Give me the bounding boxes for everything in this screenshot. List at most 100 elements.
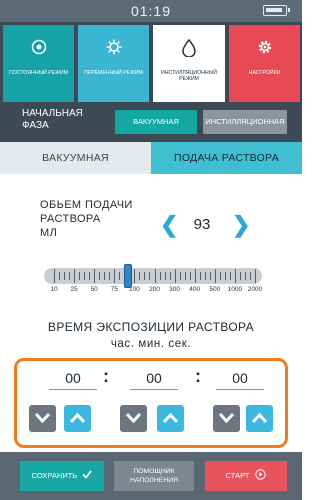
slider-tick [244, 272, 246, 280]
minutes-decrease-button[interactable] [120, 405, 147, 432]
chevron-up-icon [162, 412, 179, 424]
mode-tile-variable[interactable]: ПЕРЕМЕННЫЙ РЕЖИМ [78, 25, 149, 102]
chevron-up-icon [251, 412, 268, 424]
slider-tick [174, 269, 176, 283]
slider-tick [149, 272, 151, 280]
phase-instillation-button[interactable]: ИНСТИЛЛЯЦИОННАЯ [203, 110, 287, 134]
mode-tile-instillation[interactable]: ИНСТИЛЛЯЦИОННЫЙ РЕЖИМ [153, 25, 225, 102]
slider-tick [74, 269, 76, 283]
volume-label: ОБЬЕМ ПОДАЧИ РАСТВОРА МЛ [40, 198, 133, 240]
clock: 01:19 [130, 3, 172, 19]
chevron-down-icon [34, 412, 51, 424]
exposure-time-title: ВРЕМЯ ЭКСПОЗИЦИИ РАСТВОРА [47, 320, 255, 334]
chevron-down-icon [125, 412, 142, 424]
slider-tick [119, 272, 121, 280]
slider-tick [139, 272, 141, 280]
slider-tick [209, 272, 211, 280]
save-label: СОХРАНИТЬ [31, 471, 78, 480]
slider-scale-label: 2000 [247, 286, 263, 293]
chevron-down-icon [218, 412, 235, 424]
slider-tick [114, 269, 116, 283]
tab-solution-delivery[interactable]: ПОДАЧА РАСТВОРА [151, 142, 302, 174]
seconds-underline [216, 389, 264, 390]
slider-tick [199, 272, 201, 280]
hours-value: 00 [65, 370, 81, 386]
slider-tick [194, 269, 196, 283]
target-icon [31, 39, 46, 55]
droplet-icon [182, 39, 196, 57]
slider-tick [229, 272, 231, 280]
slider-tick [109, 272, 111, 280]
hours-increase-button[interactable] [64, 405, 91, 432]
slider-tick [179, 272, 181, 280]
volume-slider-handle[interactable] [124, 264, 132, 288]
slider-tick [94, 269, 96, 283]
mode-tile-settings[interactable]: НАСТРОЙКИ [229, 25, 300, 102]
filling-assistant-label-line2: НАПОЛНЕНИЯ [129, 477, 179, 484]
volume-label-line1: ОБЬЕМ ПОДАЧИ [40, 199, 133, 211]
slider-tick [104, 272, 106, 280]
battery-icon [263, 5, 290, 16]
slider-tick [89, 272, 91, 280]
checkmark-icon [82, 470, 93, 479]
slider-tick [84, 272, 86, 280]
filling-assistant-label-line1: ПОМОЩНИК [133, 468, 175, 475]
mode-tile-label: ПОСТОЯННЫЙ РЕЖИМ [9, 70, 68, 76]
slider-tick [164, 272, 166, 280]
slider-tick [154, 269, 156, 283]
seconds-value: 00 [232, 370, 248, 386]
volume-decrease-arrow-icon[interactable]: ❮ [160, 214, 178, 236]
initial-phase-title: НАЧАЛЬНАЯ ФАЗА [22, 108, 83, 132]
gear-icon [258, 40, 271, 54]
slider-tick [234, 269, 236, 283]
minutes-increase-button[interactable] [157, 405, 184, 432]
time-separator: : [103, 366, 109, 386]
slider-tick [224, 272, 226, 280]
slider-tick [214, 269, 216, 283]
mode-tile-constant[interactable]: ПОСТОЯННЫЙ РЕЖИМ [3, 25, 74, 102]
initial-phase-title-line1: НАЧАЛЬНАЯ [22, 108, 83, 119]
phase-vacuum-button[interactable]: ВАКУУМНАЯ [115, 110, 197, 134]
hours-underline [49, 389, 97, 390]
hours-decrease-button[interactable] [29, 405, 56, 432]
mode-tile-label: НАСТРОЙКИ [248, 70, 281, 76]
volume-increase-arrow-icon[interactable]: ❯ [232, 214, 250, 236]
exposure-time-units: час. мин. сек. [110, 338, 192, 350]
slider-tick [169, 272, 171, 280]
volume-label-line3: МЛ [40, 227, 58, 239]
slider-tick [59, 272, 61, 280]
initial-phase-title-line2: ФАЗА [22, 120, 49, 131]
slider-tick [99, 272, 101, 280]
minutes-underline [130, 389, 178, 390]
volume-value: 93 [193, 216, 211, 233]
sun-gear-icon [106, 39, 121, 55]
slider-tick [134, 269, 136, 283]
slider-tick [184, 272, 186, 280]
slider-tick [79, 272, 81, 280]
filling-assistant-button[interactable]: ПОМОЩНИК НАПОЛНЕНИЯ [114, 461, 194, 491]
mode-tile-label: ПЕРЕМЕННЫЙ РЕЖИМ [84, 70, 143, 76]
slider-tick [219, 272, 221, 280]
chevron-up-icon [69, 412, 86, 424]
start-button[interactable]: СТАРТ [205, 461, 287, 491]
slider-tick [64, 272, 66, 280]
tab-vacuum[interactable]: ВАКУУМНАЯ [0, 142, 151, 174]
time-separator: : [195, 366, 201, 386]
start-label: СТАРТ [225, 471, 250, 480]
play-icon [255, 469, 267, 480]
slider-tick [204, 272, 206, 280]
slider-tick [255, 269, 256, 283]
minutes-value: 00 [146, 370, 162, 386]
save-button[interactable]: СОХРАНИТЬ [20, 461, 104, 491]
mode-tile-label: ИНСТИЛЛЯЦИОННЫЙ РЕЖИМ [161, 70, 217, 82]
volume-label-line2: РАСТВОРА [40, 213, 101, 225]
seconds-decrease-button[interactable] [213, 405, 240, 432]
seconds-increase-button[interactable] [246, 405, 273, 432]
slider-tick [69, 272, 71, 280]
slider-tick [249, 272, 251, 280]
slider-tick [144, 272, 146, 280]
slider-tick [239, 272, 241, 280]
slider-tick [54, 269, 55, 283]
slider-tick [189, 272, 191, 280]
slider-tick [159, 272, 161, 280]
